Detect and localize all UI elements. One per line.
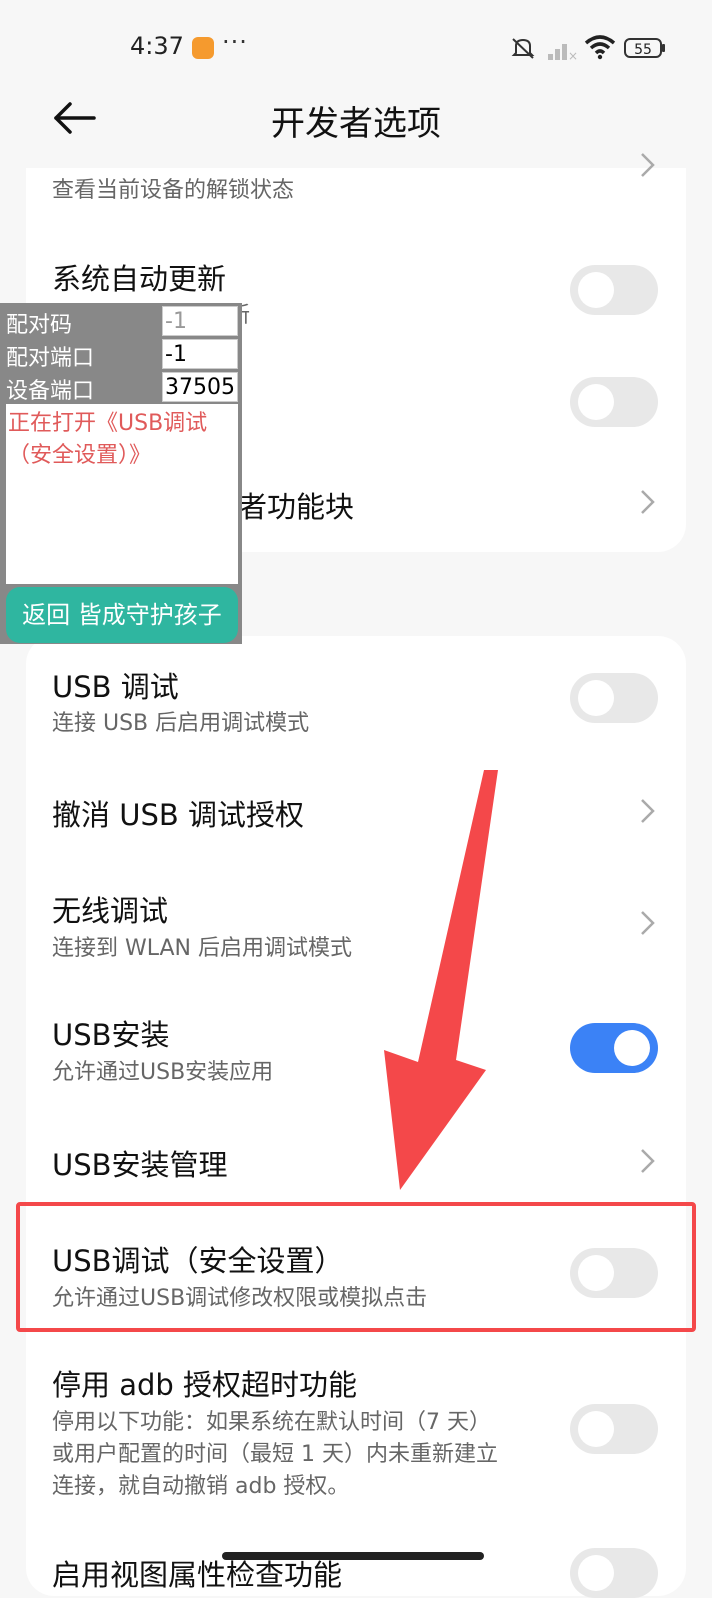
usb-install-subtitle: 允许通过USB安装应用	[52, 1060, 274, 1085]
usb-debug-subtitle: 连接 USB 后启用调试模式	[52, 711, 310, 736]
status-bar: 4:37 ··· × 55	[0, 0, 712, 100]
mute-bell-icon	[510, 36, 536, 66]
red-arrow-icon	[384, 770, 498, 1190]
chevron-right-icon	[641, 153, 655, 177]
wireless-debug-subtitle: 连接到 WLAN 后启用调试模式	[52, 936, 353, 961]
adb-timeout-title: 停用 adb 授权超时功能	[52, 1368, 358, 1402]
status-log: 正在打开《USB调试（安全设置）》	[6, 404, 238, 584]
adb-timeout-subtitle-2: 或用户配置的时间（最短 1 天）内未重新建立	[52, 1442, 498, 1467]
unnamed-setting-toggle[interactable]	[570, 377, 658, 427]
unlock-status-subtitle: 查看当前设备的解锁状态	[52, 178, 295, 203]
home-indicator[interactable]	[222, 1552, 484, 1560]
revoke-usb-auth-title[interactable]: 撤消 USB 调试授权	[52, 792, 304, 834]
adb-helper-panel: 配对码 -1 配对端口 -1 设备端口 37505 正在打开《USB调试（安全设…	[0, 303, 242, 644]
usb-install-toggle[interactable]	[570, 1023, 658, 1073]
more-notifications-icon: ···	[222, 28, 248, 56]
pair-code-label: 配对码	[6, 313, 73, 338]
chevron-right-icon	[641, 799, 655, 823]
device-port-label: 设备端口	[6, 379, 95, 404]
highlight-box	[16, 1202, 696, 1332]
pair-code-input[interactable]: -1	[162, 306, 238, 336]
battery-tip	[662, 44, 665, 52]
usb-debug-title: USB 调试	[52, 670, 179, 704]
usb-install-manage-title[interactable]: USB安装管理	[52, 1142, 228, 1184]
app-notification-icon	[192, 37, 214, 59]
device-port-input[interactable]: 37505	[162, 372, 238, 402]
header-mask	[0, 142, 712, 168]
adb-timeout-toggle[interactable]	[570, 1404, 658, 1454]
developer-tiles-title[interactable]: 者功能块	[238, 484, 354, 526]
usb-install-title: USB安装	[52, 1018, 170, 1052]
view-attr-toggle[interactable]	[570, 1548, 658, 1598]
wifi-icon	[584, 35, 616, 60]
auto-update-toggle[interactable]	[570, 265, 658, 315]
pair-port-label: 配对端口	[6, 346, 95, 371]
status-time: 4:37	[130, 32, 184, 60]
signal-icon: ×	[548, 44, 578, 60]
svg-text:×: ×	[568, 49, 578, 60]
adb-timeout-subtitle-1: 停用以下功能：如果系统在默认时间（7 天）	[52, 1410, 491, 1435]
pair-port-input[interactable]: -1	[162, 339, 238, 369]
back-button[interactable]: 返回 皆成守护孩子	[6, 587, 238, 643]
adb-timeout-subtitle-3: 连接，就自动撤销 adb 授权。	[52, 1474, 350, 1499]
wireless-debug-title[interactable]: 无线调试	[52, 888, 168, 930]
chevron-right-icon	[641, 1149, 655, 1173]
page-title: 开发者选项	[271, 104, 441, 144]
auto-update-title: 系统自动更新	[52, 262, 227, 296]
chevron-right-icon	[641, 490, 655, 514]
usb-debug-toggle[interactable]	[570, 673, 658, 723]
battery-icon: 55	[624, 38, 662, 58]
chevron-right-icon	[641, 911, 655, 935]
